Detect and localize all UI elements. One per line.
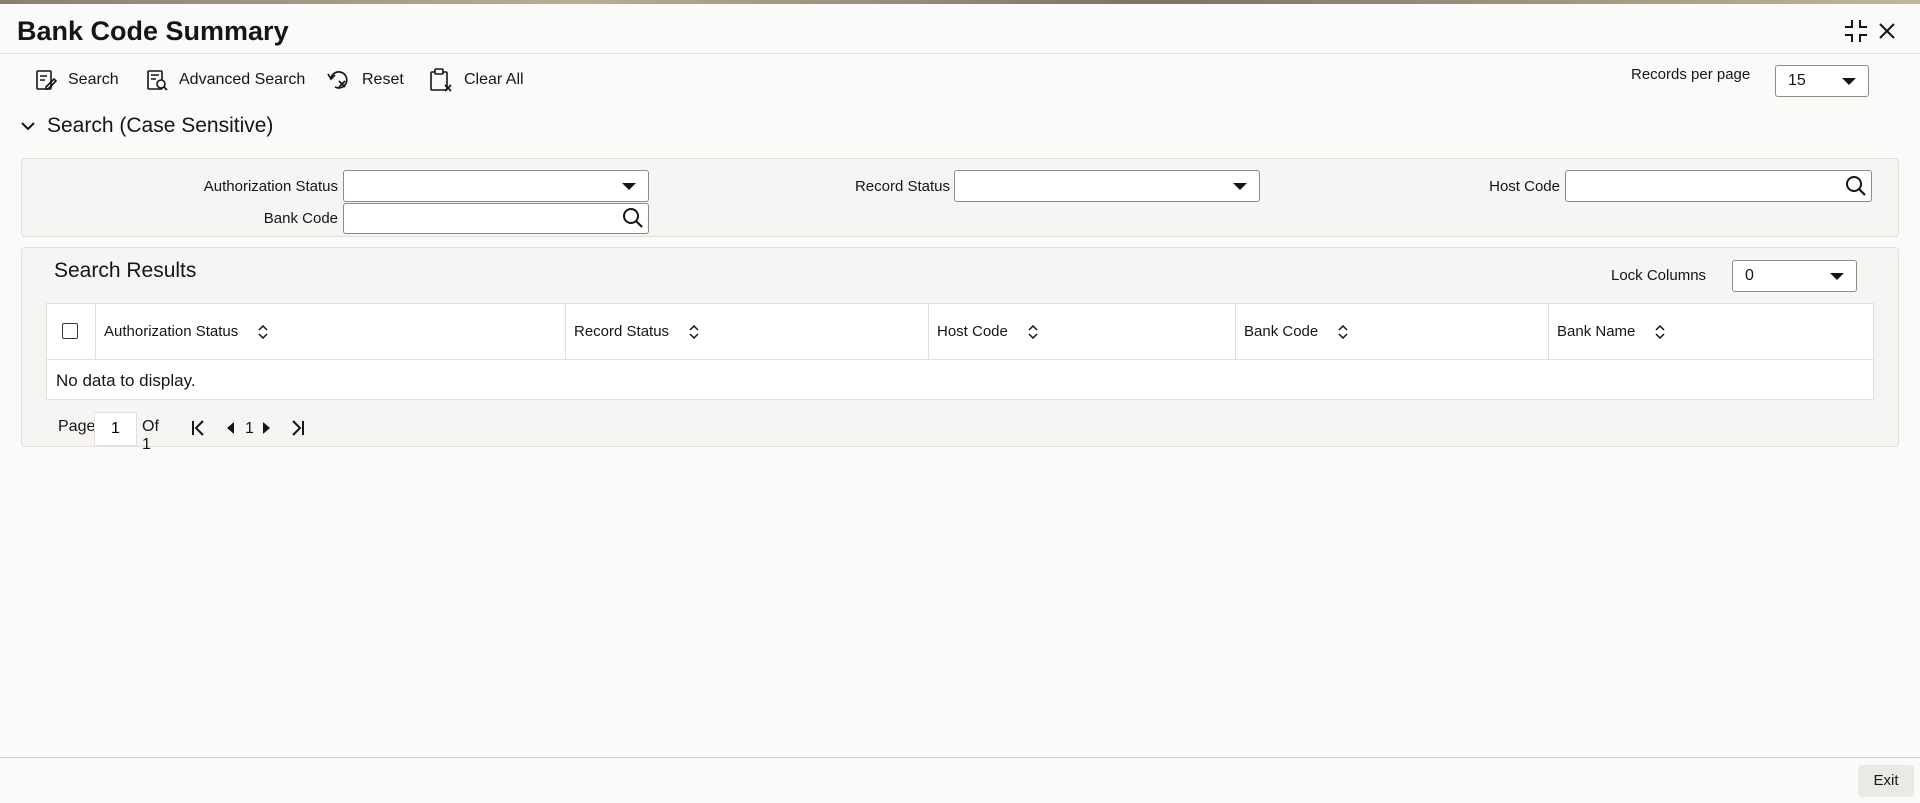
page-number-input[interactable] [94,412,137,446]
column-header-record-status[interactable]: Record Status [565,304,928,359]
search-section-toggle[interactable]: Search (Case Sensitive) [20,114,273,138]
advanced-search-button[interactable]: Advanced Search [145,66,305,94]
record-status-label: Record Status [854,178,950,195]
search-button-label: Search [68,71,119,88]
authorization-status-label: Authorization Status [203,178,338,195]
collapse-corners-icon[interactable] [1843,18,1869,44]
title-bar: Bank Code Summary [0,4,1920,54]
magnifier-icon[interactable] [621,206,645,235]
search-form-icon [36,70,58,90]
first-page-icon[interactable] [190,418,206,443]
empty-table-message: No data to display. [56,371,196,390]
bank-code-label: Bank Code [263,210,338,227]
clear-all-icon [430,68,452,92]
reset-button[interactable]: Reset [326,66,404,94]
clear-all-button[interactable]: Clear All [428,66,524,94]
page-count-label: Of 1 [142,418,159,453]
exit-button[interactable]: Exit [1858,765,1914,797]
column-header-label: Bank Name [1557,323,1636,340]
reset-button-label: Reset [362,71,404,88]
search-results-title: Search Results [54,259,197,282]
column-header-bank-name[interactable]: Bank Name [1548,304,1873,359]
host-code-input[interactable] [1565,170,1872,202]
sort-icon [1028,324,1038,339]
clear-all-button-label: Clear All [464,71,524,88]
select-all-checkbox[interactable] [62,323,78,339]
column-header-label: Host Code [937,323,1008,340]
sort-icon [258,324,268,339]
page-title: Bank Code Summary [17,16,289,46]
close-icon[interactable] [1874,18,1900,44]
lock-columns-select[interactable]: 0 [1732,260,1857,292]
reset-icon [327,71,348,89]
records-per-page-value: 15 [1788,72,1806,89]
records-per-page-select[interactable]: 15 [1775,65,1869,97]
chevron-down-icon [1842,78,1856,85]
column-header-label: Authorization Status [104,323,239,340]
column-header-label: Bank Code [1244,323,1319,340]
advanced-search-icon [147,70,168,91]
lock-columns-label: Lock Columns [1611,267,1707,284]
page-label: Page [58,418,96,435]
previous-page-icon[interactable] [224,418,236,443]
results-table: Authorization Status Record Status Host … [46,303,1874,400]
current-page-number: 1 [245,420,254,437]
magnifier-icon[interactable] [1844,174,1868,203]
records-per-page-label: Records per page [1631,66,1751,83]
search-button[interactable]: Search [34,66,119,94]
sort-icon [1655,324,1665,339]
chevron-down-icon [1233,183,1247,190]
chevron-down-icon [1830,273,1844,280]
chevron-down-icon [622,183,636,190]
authorization-status-select[interactable] [343,170,649,202]
bank-code-input[interactable] [343,203,649,234]
chevron-down-icon [21,122,35,131]
lock-columns-value: 0 [1745,267,1754,284]
search-section-title: Search (Case Sensitive) [47,114,274,137]
advanced-search-button-label: Advanced Search [179,71,306,88]
sort-icon [1338,324,1348,339]
record-status-select[interactable] [954,170,1260,202]
table-header-row: Authorization Status Record Status Host … [47,304,1873,360]
column-header-label: Record Status [574,323,670,340]
search-criteria-panel: Authorization Status Record Status Host … [21,158,1899,237]
footer-bar: Exit [0,757,1920,803]
last-page-icon[interactable] [290,418,306,443]
column-header-host-code[interactable]: Host Code [928,304,1235,359]
column-header-bank-code[interactable]: Bank Code [1235,304,1548,359]
next-page-icon[interactable] [261,418,273,443]
column-header-authorization-status[interactable]: Authorization Status [95,304,565,359]
sort-icon [689,324,699,339]
host-code-label: Host Code [1489,178,1560,195]
